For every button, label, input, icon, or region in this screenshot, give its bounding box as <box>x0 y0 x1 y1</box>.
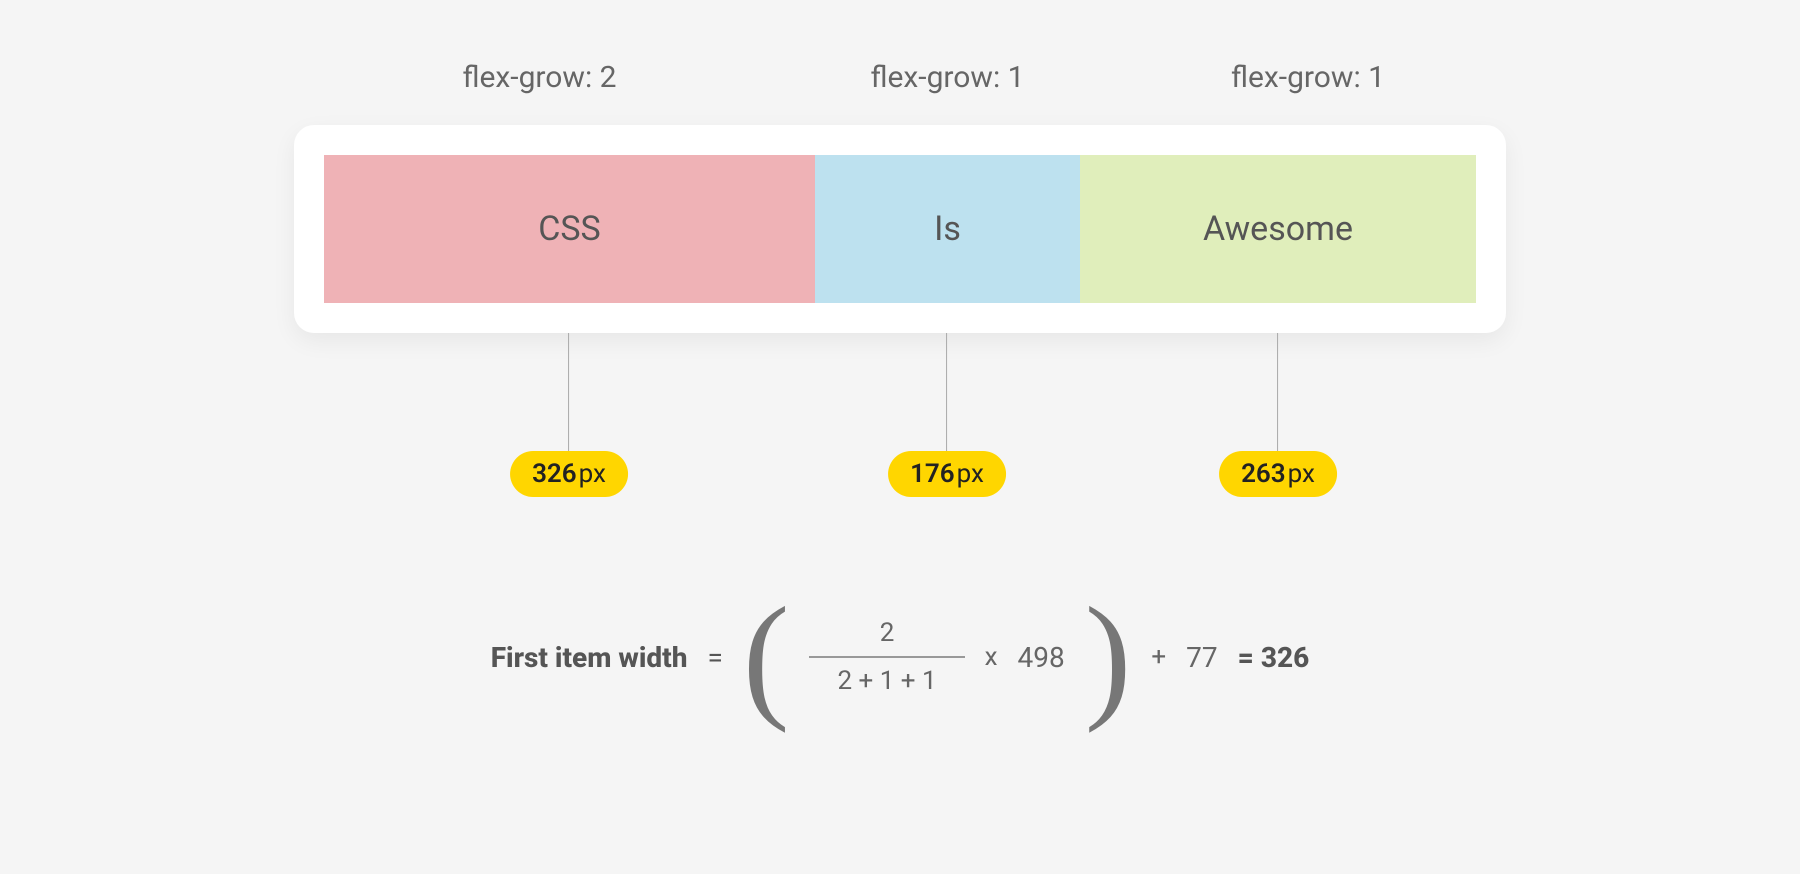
flex-container-card: CSS Is Awesome <box>294 125 1506 333</box>
formula-label: First item width <box>491 641 688 674</box>
multiply-value: 498 <box>1018 641 1065 674</box>
flex-grow-label-3: flex-grow: 1 <box>1110 60 1506 95</box>
flex-item-awesome: Awesome <box>1080 155 1476 303</box>
grow-labels-row: flex-grow: 2 flex-grow: 1 flex-grow: 1 <box>294 60 1506 95</box>
fraction-numerator: 2 <box>852 610 923 656</box>
plus-value: 77 <box>1186 641 1217 674</box>
connector-3: 263 px <box>1219 333 1337 497</box>
width-value: 326 <box>532 459 577 489</box>
flex-item-is: Is <box>815 155 1080 303</box>
result-value: 326 <box>1261 641 1309 674</box>
connector-line <box>1278 333 1279 451</box>
connector-row: 326 px 176 px 263 px <box>294 333 1506 493</box>
equals-sign: = <box>707 641 722 674</box>
connector-1: 326 px <box>510 333 628 497</box>
connector-line <box>947 333 948 451</box>
width-value: 176 <box>910 459 955 489</box>
connector-line <box>569 333 570 451</box>
diagram-stage: flex-grow: 2 flex-grow: 1 flex-grow: 1 C… <box>294 60 1506 727</box>
formula-row: First item width = ( 2 2 + 1 + 1 x 498 )… <box>294 587 1506 727</box>
width-unit: px <box>1288 459 1315 489</box>
paren-close: ) <box>1085 587 1132 727</box>
width-unit: px <box>579 459 606 489</box>
connector-2: 176 px <box>888 333 1006 497</box>
plus-sign: + <box>1151 642 1166 672</box>
multiply-sign: x <box>985 642 998 672</box>
flex-grow-label-2: flex-grow: 1 <box>815 60 1080 95</box>
formula-result: = 326 <box>1238 641 1310 674</box>
flex-grow-label-1: flex-grow: 2 <box>294 60 785 95</box>
width-pill-2: 176 px <box>888 451 1006 497</box>
paren-open: ( <box>743 587 790 727</box>
width-value: 263 <box>1241 459 1286 489</box>
width-pill-1: 326 px <box>510 451 628 497</box>
width-unit: px <box>957 459 984 489</box>
flex-item-css: CSS <box>324 155 815 303</box>
fraction: 2 2 + 1 + 1 <box>809 610 964 704</box>
width-pill-3: 263 px <box>1219 451 1337 497</box>
equals-sign-2: = <box>1238 641 1254 674</box>
fraction-denominator: 2 + 1 + 1 <box>809 658 964 704</box>
